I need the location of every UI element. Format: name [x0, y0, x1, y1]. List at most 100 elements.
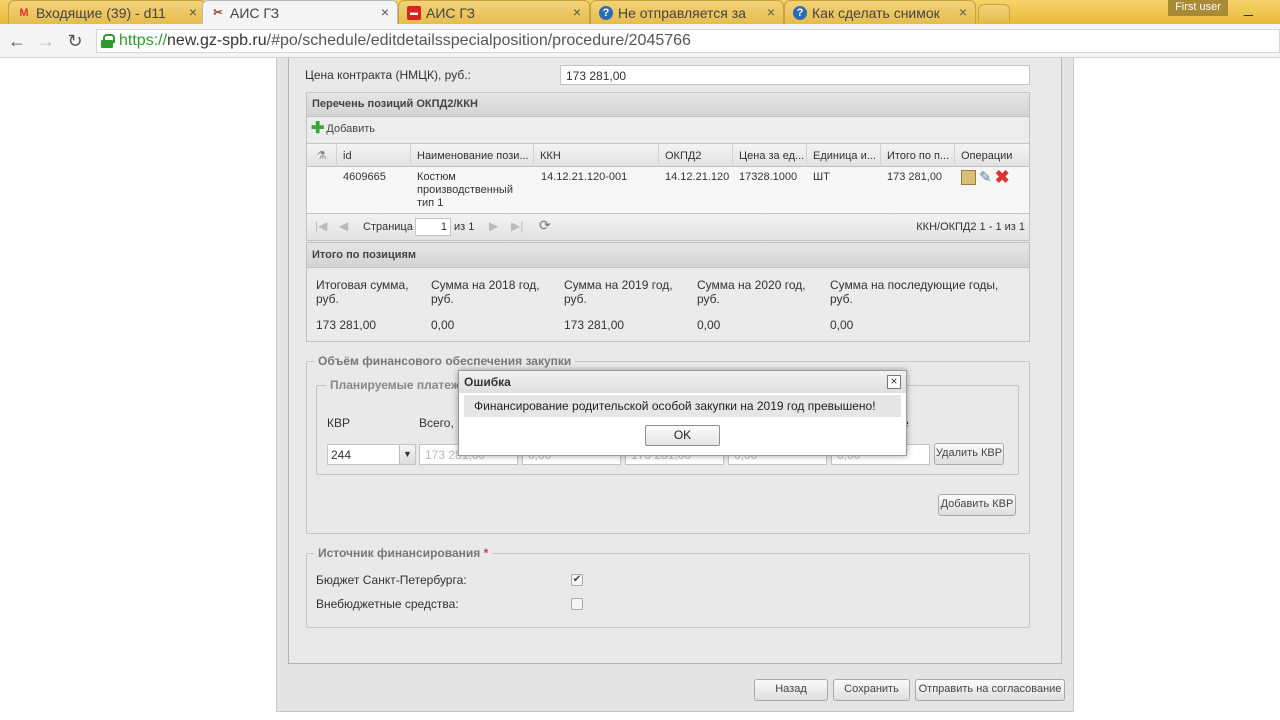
budget-spb-label: Бюджет Санкт-Петербурга:	[316, 573, 467, 587]
close-icon[interactable]: ×	[887, 375, 901, 389]
tab-label: Не отправляется за	[618, 4, 746, 21]
url-host: new.gz-spb.ru	[167, 32, 267, 49]
contract-price-label: Цена контракта (НМЦК), руб.:	[305, 68, 471, 82]
address-bar[interactable]: https:// new.gz-spb.ru /#po/schedule/edi…	[96, 29, 1280, 53]
positions-section-header: Перечень позиций ОКПД2/ККН	[306, 92, 1030, 117]
ais-icon: ▬	[407, 5, 421, 20]
cell-kkn: 14.12.21.120-001	[541, 171, 628, 183]
column-unit[interactable]: Единица и...	[807, 144, 881, 168]
total-sum-label: Итоговая сумма, руб.	[316, 278, 409, 306]
help-icon: ?	[599, 5, 613, 20]
totals-section-header: Итого по позициям	[306, 242, 1030, 268]
column-total[interactable]: Итого по п...	[881, 144, 955, 168]
close-tab-icon[interactable]: ×	[381, 4, 389, 20]
extrabudget-checkbox[interactable]	[571, 598, 583, 610]
close-tab-icon[interactable]: ×	[959, 4, 967, 20]
sum-later-value: 0,00	[830, 318, 854, 332]
back-button[interactable]: Назад	[754, 679, 828, 701]
plus-icon: ✚	[311, 120, 325, 137]
scroll-icon[interactable]	[961, 170, 976, 185]
tab-question-2[interactable]: ? Как сделать снимок ×	[784, 0, 976, 24]
page-count: из 1	[454, 221, 475, 233]
row-operations: ✎ ✖	[961, 168, 1010, 186]
sum-2018-value: 0,00	[431, 318, 455, 332]
last-page-icon[interactable]: ▶|	[511, 219, 523, 233]
reload-icon[interactable]: ↻	[64, 30, 86, 52]
minimize-icon[interactable]: _	[1244, 0, 1253, 18]
total-sum-value: 173 281,00	[316, 318, 377, 332]
kvr-select-value: 244	[331, 448, 352, 462]
refresh-icon[interactable]: ⟳	[539, 217, 551, 234]
column-price[interactable]: Цена за ед...	[733, 144, 807, 168]
cell-name: Костюм производственный тип 1	[417, 171, 513, 209]
edit-pencil-icon[interactable]: ✎	[979, 170, 992, 185]
column-name[interactable]: Наименование пози...	[411, 144, 534, 168]
close-tab-icon[interactable]: ×	[189, 4, 197, 20]
ok-button[interactable]: OK	[645, 425, 720, 446]
kvr-select[interactable]: 244 ▼	[327, 444, 416, 465]
back-arrow-icon[interactable]: ←	[6, 30, 28, 52]
column-kkn[interactable]: ККН	[534, 144, 659, 168]
next-page-icon[interactable]: ▶	[489, 219, 498, 233]
close-tab-icon[interactable]: ×	[767, 4, 775, 20]
column-id[interactable]: id	[337, 144, 411, 168]
save-button[interactable]: Сохранить	[833, 679, 910, 701]
cell-price: 17328.1000	[739, 171, 798, 183]
url-path: /#po/schedule/editdetailsspecialposition…	[266, 32, 691, 49]
sum-2020-value: 0,00	[697, 318, 721, 332]
grid-pager: |◀ ◀ Страница 1 из 1 ▶ ▶| ⟳ ККН/ОКПД2 1 …	[306, 213, 1030, 241]
sum-2020-label: Сумма на 2020 год, руб.	[697, 278, 806, 306]
source-legend: Источник финансирования *	[314, 546, 493, 560]
table-row[interactable]: 4609665 Костюм производственный тип 1 14…	[306, 167, 1030, 213]
tab-label: Как сделать снимок	[812, 4, 940, 21]
add-kvr-button[interactable]: Добавить КВР	[938, 494, 1016, 516]
contract-price-field[interactable]: 173 281,00	[560, 65, 1030, 85]
payments-legend: Планируемые платеж	[326, 378, 464, 392]
add-position-button[interactable]: ✚ Добавить	[311, 120, 376, 137]
total-label: Всего,	[419, 416, 454, 430]
send-for-approval-button[interactable]: Отправить на согласование	[915, 679, 1065, 701]
column-okpd2[interactable]: ОКПД2	[659, 144, 733, 168]
pager-info: ККН/ОКПД2 1 - 1 из 1	[916, 221, 1025, 233]
tab-ais-active[interactable]: ✂ АИС ГЗ ×	[202, 0, 398, 24]
sum-2018-label: Сумма на 2018 год, руб.	[431, 278, 540, 306]
extrabudget-label: Внебюджетные средства:	[316, 597, 459, 611]
user-badge: First user	[1168, 0, 1228, 16]
sum-2019-label: Сумма на 2019 год, руб.	[564, 278, 673, 306]
page-label: Страница	[363, 221, 413, 233]
kvr-label: КВР	[327, 416, 350, 430]
cell-total: 173 281,00	[887, 171, 943, 183]
add-position-label: Добавить	[326, 123, 376, 135]
prev-page-icon[interactable]: ◀	[339, 219, 348, 233]
tab-question-1[interactable]: ? Не отправляется за ×	[590, 0, 784, 24]
delete-icon[interactable]: ✖	[995, 168, 1010, 186]
cell-unit: ШТ	[813, 171, 830, 183]
error-dialog: Ошибка × Финансирование родительской осо…	[458, 370, 907, 456]
totals-panel: Итоговая сумма, руб. 173 281,00 Сумма на…	[306, 268, 1030, 342]
tab-label: АИС ГЗ	[426, 4, 476, 21]
page-number-input[interactable]: 1	[415, 218, 451, 236]
dialog-title: Ошибка	[459, 371, 906, 393]
new-tab-button[interactable]	[978, 4, 1010, 22]
column-operations: Операции	[961, 150, 1013, 162]
budget-spb-checkbox[interactable]: ✔	[571, 574, 583, 586]
delete-kvr-button[interactable]: Удалить КВР	[934, 443, 1004, 465]
tools-icon: ✂	[213, 7, 223, 19]
gmail-icon: M	[19, 6, 29, 19]
close-tab-icon[interactable]: ×	[573, 4, 581, 20]
tab-label: АИС ГЗ	[230, 4, 280, 21]
first-page-icon[interactable]: |◀	[315, 219, 327, 233]
cell-id: 4609665	[343, 171, 386, 183]
sum-later-label: Сумма на последующие годы, руб.	[830, 278, 999, 306]
source-fieldset	[306, 553, 1030, 628]
chevron-down-icon[interactable]: ▼	[399, 445, 415, 464]
tab-gmail[interactable]: M Входящие (39) - d11 ×	[8, 0, 206, 24]
filter-icon[interactable]: ⚗	[307, 144, 337, 168]
source-legend-text: Источник финансирования	[318, 546, 481, 560]
forward-arrow-icon[interactable]: →	[35, 30, 57, 52]
positions-toolbar	[306, 117, 1030, 143]
finance-legend: Объём финансового обеспечения закупки	[314, 354, 576, 368]
required-mark: *	[483, 546, 489, 560]
tab-ais[interactable]: ▬ АИС ГЗ ×	[398, 0, 590, 24]
cell-okpd2: 14.12.21.120	[665, 171, 730, 183]
